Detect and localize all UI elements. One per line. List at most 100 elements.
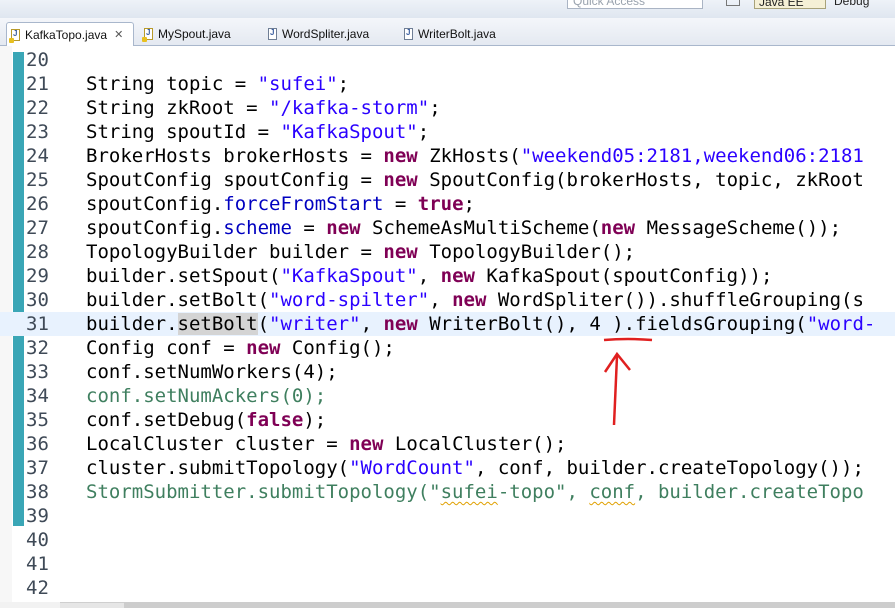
line-number: 34 [26,385,49,407]
code-line-32[interactable]: 32 Config conf = new Config(); [0,336,895,360]
code-token: conf [589,481,636,503]
tab-writerbolt[interactable]: WriterBolt.java [400,22,496,46]
tab-wordspliter[interactable]: WordSpliter.java [264,22,369,46]
code-token: "KafkaSpout" [280,121,418,143]
code-token: ; [463,193,475,215]
code-token: "word- [806,313,876,335]
code-line-24[interactable]: 24 BrokerHosts brokerHosts = new ZkHosts(… [0,144,895,168]
code-line-27[interactable]: 27 spoutConfig.scheme = new SchemeAsMulti… [0,216,895,240]
line-number: 21 [26,73,49,95]
close-icon[interactable]: ✕ [114,28,123,41]
code-token: String zkRoot = [86,97,270,119]
horizontal-scrollbar-thumb[interactable] [124,602,895,608]
line-number: 39 [26,505,49,527]
tab-myspout[interactable]: MySpout.java [140,22,231,46]
line-number: 36 [26,433,49,455]
code-token: , [417,265,441,287]
code-token: ZkHosts( [417,145,521,167]
code-token: conf.setNumWorkers(4); [86,361,338,383]
code-token: "/kafka-storm" [269,97,430,119]
open-perspective-icon[interactable] [726,0,740,6]
perspective-debug[interactable]: Debug [834,0,869,9]
code-line-40[interactable]: 40 [0,528,895,552]
code-text: String topic = "sufei"; [86,72,349,96]
code-token: TopologyBuilder builder = [86,241,384,263]
code-line-42[interactable]: 42 [0,576,895,600]
code-token: , [360,313,384,335]
code-line-28[interactable]: 28 TopologyBuilder builder = new Topology… [0,240,895,264]
code-line-31[interactable]: 31 builder.setBolt("writer", new WriterBo… [0,312,895,336]
code-token: StormSubmitter.submitTopology(" [86,481,441,503]
line-number: 28 [26,241,49,263]
line-number: 33 [26,361,49,383]
code-token: ; [337,73,350,95]
code-token: Config(); [280,337,395,359]
java-file-icon [268,28,277,40]
code-text: String spoutId = "KafkaSpout"; [86,120,429,144]
code-token: builder.setBolt( [86,289,270,311]
code-token: new [452,289,487,311]
code-token: new [440,265,475,287]
code-line-41[interactable]: 41 [0,552,895,576]
code-line-23[interactable]: 23 String spoutId = "KafkaSpout"; [0,120,895,144]
code-text: cluster.submitTopology("WordCount", conf… [86,456,864,480]
code-line-39[interactable]: 39 [0,504,895,528]
code-line-30[interactable]: 30 builder.setBolt("word-spilter", new Wo… [0,288,895,312]
code-token: LocalCluster cluster = [86,433,350,455]
code-token: new [246,337,281,359]
quick-access-input[interactable]: Quick Access [567,0,703,9]
code-token: -topo", [497,481,590,503]
code-token: new [600,217,636,239]
code-text: builder.setBolt("word-spilter", new Word… [86,288,864,312]
tab-kafkatopo[interactable]: KafkaTopo.java ✕ [6,22,134,46]
code-text: builder.setSpout("KafkaSpout", new Kafka… [86,264,772,288]
code-line-34[interactable]: 34 conf.setNumAckers(0); [0,384,895,408]
code-line-21[interactable]: 21 String topic = "sufei"; [0,72,895,96]
code-line-25[interactable]: 25 SpoutConfig spoutConfig = new SpoutCon… [0,168,895,192]
code-token: setBolt [177,313,258,335]
code-token: String spoutId = [86,121,281,143]
code-token: new [383,169,418,191]
code-token: builder. [86,313,178,335]
line-number: 32 [26,337,49,359]
code-text: LocalCluster cluster = new LocalCluster(… [86,432,566,456]
code-line-35[interactable]: 35 conf.setDebug(false); [0,408,895,432]
code-line-26[interactable]: 26 spoutConfig.forceFromStart = true; [0,192,895,216]
code-line-37[interactable]: 37 cluster.submitTopology("WordCount", co… [0,456,895,480]
code-text: conf.setNumWorkers(4); [86,360,338,384]
code-token: "word-spilter" [269,289,430,311]
code-token: TopologyBuilder(); [417,241,636,263]
code-token: ; [429,97,441,119]
code-token: ; [417,121,430,143]
code-line-36[interactable]: 36 LocalCluster cluster = new LocalCluste… [0,432,895,456]
code-token: Config conf = [86,337,247,359]
code-text: spoutConfig.forceFromStart = true; [86,192,475,216]
code-token: ( [257,313,270,335]
line-number: 22 [26,97,49,119]
line-number: 23 [26,121,49,143]
tab-label: MySpout.java [158,27,231,41]
code-text: Config conf = new Config(); [86,336,395,360]
code-token: spoutConfig. [86,217,224,239]
tab-label: WordSpliter.java [282,27,370,41]
code-token: new [383,145,418,167]
code-token: sufei [440,481,498,503]
perspective-java-ee[interactable]: Java EE [754,0,826,9]
line-number: 20 [26,49,49,71]
code-line-33[interactable]: 33 conf.setNumWorkers(4); [0,360,895,384]
code-editor[interactable]: 20 21 String topic = "sufei"; 22 String zkRo… [0,46,895,602]
code-token: KafkaSpout(spoutConfig)); [474,265,773,287]
code-line-22[interactable]: 22 String zkRoot = "/kafka-storm"; [0,96,895,120]
code-token: SchemeAsMultiScheme( [360,217,601,239]
code-token: , [429,289,453,311]
code-text: StormSubmitter.submitTopology("sufei-top… [86,480,864,504]
code-line-38[interactable]: 38 StormSubmitter.submitTopology("sufei-t… [0,480,895,504]
code-line-29[interactable]: 29 builder.setSpout("KafkaSpout", new Kaf… [0,264,895,288]
code-line-20[interactable]: 20 [0,48,895,72]
line-number: 40 [26,529,49,551]
line-number: 25 [26,169,49,191]
code-token: MessageScheme()); [635,217,842,239]
editor-tab-bar: KafkaTopo.java ✕ MySpout.java WordSplite… [0,18,895,46]
code-token: BrokerHosts brokerHosts = [86,145,384,167]
code-token: WriterBolt(), 4 ).fieldsGrouping( [417,313,807,335]
